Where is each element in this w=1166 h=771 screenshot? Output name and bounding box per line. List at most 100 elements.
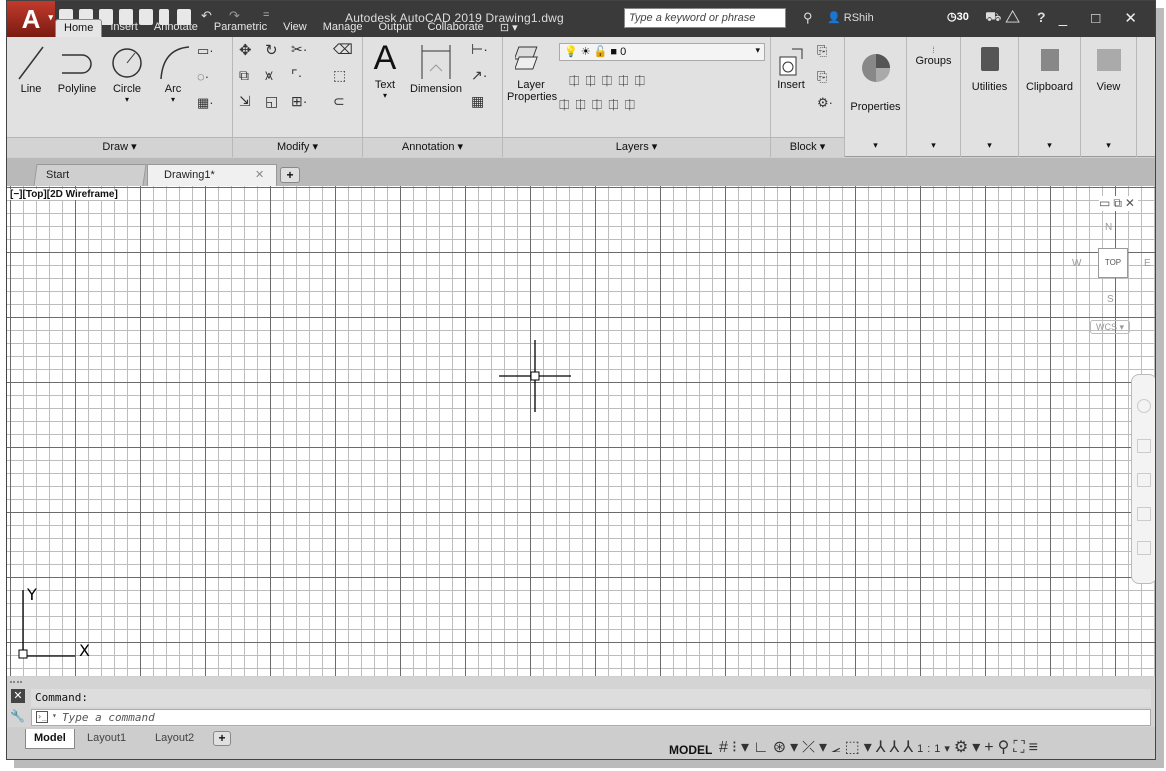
- zoom-extents-icon[interactable]: [1137, 473, 1151, 487]
- window-controls[interactable]: _ □ ✕: [1059, 9, 1147, 27]
- arc-dropdown-icon[interactable]: ▾: [153, 95, 193, 104]
- mirror-icon[interactable]: ⩙: [265, 67, 273, 84]
- new-layout-button[interactable]: +: [213, 731, 231, 746]
- annotation-scale-icon[interactable]: ⅄: [903, 739, 917, 756]
- scale-icon[interactable]: ◱: [265, 93, 278, 110]
- utilities-button[interactable]: Utilities ▾: [961, 37, 1019, 157]
- linear-dim-icon[interactable]: ⊢·: [471, 41, 488, 58]
- polyline-button[interactable]: Polyline: [51, 41, 103, 95]
- wcs-menu[interactable]: WCS ▾: [1090, 320, 1130, 334]
- trim-icon[interactable]: ✂·: [291, 41, 307, 58]
- search-input[interactable]: Type a keyword or phrase: [624, 8, 786, 28]
- tab-layout1[interactable]: Layout1: [79, 729, 134, 749]
- gradient-icon[interactable]: ▦·: [197, 95, 214, 111]
- dimension-button[interactable]: Dimension: [405, 41, 467, 95]
- orbit-icon[interactable]: [1137, 507, 1151, 521]
- clipboard-button[interactable]: Clipboard ▾: [1019, 37, 1081, 157]
- create-block-icon[interactable]: ⎘: [817, 43, 827, 59]
- close-tab-icon[interactable]: ✕: [255, 168, 264, 181]
- rotate-icon[interactable]: ↻: [265, 41, 278, 59]
- table-icon[interactable]: ▦: [471, 93, 484, 110]
- draw-panel-title[interactable]: Draw ▾: [7, 137, 232, 157]
- groups-button[interactable]: ⁞ Groups ▾: [907, 37, 961, 157]
- leader-icon[interactable]: ↗·: [471, 67, 487, 84]
- object-snap-tracking-icon[interactable]: ⦟: [831, 739, 845, 756]
- command-prompt-icon[interactable]: ›_: [36, 711, 48, 723]
- edit-block-icon[interactable]: ⎘: [817, 69, 827, 85]
- compass-west[interactable]: W: [1072, 258, 1081, 269]
- isolate-objects-icon[interactable]: ⚲: [998, 739, 1014, 756]
- drawing-canvas[interactable]: [−][Top][2D Wireframe] ▭⧉✕ N W TOP E S W…: [7, 186, 1155, 676]
- tab-model[interactable]: Model: [25, 729, 75, 749]
- copy-icon[interactable]: ⧉: [239, 67, 249, 84]
- arc-button[interactable]: Arc ▾: [153, 41, 193, 104]
- tab-start[interactable]: Start: [33, 164, 147, 186]
- snap-icon[interactable]: ⁝▾: [732, 739, 753, 756]
- tab-layout2[interactable]: Layout2: [147, 729, 202, 749]
- object-snap-icon[interactable]: ⬚▾: [845, 739, 876, 756]
- erase-icon[interactable]: ⌫: [333, 41, 353, 58]
- tab-home[interactable]: Home: [55, 19, 103, 37]
- command-window-grip[interactable]: [10, 681, 22, 687]
- workspace-gear-icon[interactable]: ⚙▾: [954, 739, 984, 756]
- hatch-icon[interactable]: ◌·: [197, 69, 209, 84]
- new-tab-button[interactable]: +: [280, 167, 300, 183]
- annotation-visibility-icon[interactable]: ⅄: [876, 739, 890, 756]
- circle-button[interactable]: Circle ▾: [107, 41, 147, 104]
- tab-view[interactable]: View: [275, 19, 315, 37]
- user-account[interactable]: 👤 RShih: [827, 11, 874, 24]
- showmotion-icon[interactable]: [1137, 541, 1151, 555]
- search-binoculars-icon[interactable]: ⚲: [803, 10, 813, 26]
- grid-icon[interactable]: #: [719, 739, 732, 756]
- tab-annotate[interactable]: Annotate: [146, 19, 206, 37]
- modify-panel-title[interactable]: Modify ▾: [233, 137, 362, 157]
- explode-icon[interactable]: ⬚: [333, 67, 346, 84]
- text-dropdown-icon[interactable]: ▾: [367, 91, 403, 100]
- ortho-icon[interactable]: ∟: [753, 739, 773, 756]
- array-icon[interactable]: ⊞·: [291, 93, 307, 110]
- customize-wrench-icon[interactable]: 🔧: [10, 709, 25, 723]
- application-menu-button[interactable]: A ▾: [7, 1, 55, 37]
- layers-panel-title[interactable]: Layers ▾: [503, 137, 770, 157]
- tab-insert[interactable]: Insert: [102, 19, 146, 37]
- annotation-monitor-icon[interactable]: +: [984, 739, 997, 756]
- subscription-clock[interactable]: ◷30: [947, 10, 969, 23]
- layer-properties-button[interactable]: Layer Properties: [507, 41, 557, 103]
- model-space-toggle[interactable]: MODEL: [669, 743, 712, 757]
- viewcube[interactable]: N W TOP E S WCS ▾: [1070, 216, 1154, 346]
- layer-tools-row1[interactable]: ⎅⎅⎅⎅⎅: [569, 73, 651, 89]
- fillet-icon[interactable]: ⌜·: [291, 67, 302, 84]
- layer-dropdown[interactable]: 💡 ☀ 🔓 ■ 0 ▾: [559, 43, 765, 61]
- text-button[interactable]: A Text ▾: [367, 37, 403, 100]
- pan-icon[interactable]: [1137, 439, 1151, 453]
- viewcube-top-face[interactable]: TOP: [1098, 248, 1128, 278]
- compass-south[interactable]: S: [1107, 294, 1114, 305]
- steering-wheel-icon[interactable]: [1137, 399, 1151, 413]
- close-command-window-icon[interactable]: ✕: [11, 689, 25, 703]
- tab-parametric[interactable]: Parametric: [206, 19, 275, 37]
- viewport-window-controls[interactable]: ▭⧉✕: [1099, 196, 1138, 211]
- command-input[interactable]: ›_ ▾ Type a command: [31, 709, 1151, 726]
- customize-menu-icon[interactable]: ≡: [1029, 739, 1042, 756]
- chevron-down-icon[interactable]: ▾: [52, 711, 57, 720]
- line-button[interactable]: Line: [13, 41, 49, 95]
- cart-icon[interactable]: ⛟ △: [985, 9, 1020, 27]
- compass-north[interactable]: N: [1105, 222, 1112, 233]
- move-icon[interactable]: ✥: [239, 41, 252, 59]
- stretch-icon[interactable]: ⇲: [239, 93, 251, 110]
- annotation-panel-title[interactable]: Annotation ▾: [363, 137, 502, 157]
- properties-button[interactable]: Properties ▾: [845, 37, 907, 157]
- navigation-bar[interactable]: [1131, 374, 1155, 584]
- insert-button[interactable]: Insert: [773, 45, 809, 91]
- block-panel-title[interactable]: Block ▾: [771, 137, 844, 157]
- view-button[interactable]: View ▾: [1081, 37, 1137, 157]
- fullscreen-icon[interactable]: ⛶: [1013, 739, 1028, 756]
- offset-icon[interactable]: ⊂: [333, 93, 345, 110]
- help-icon[interactable]: ?: [1037, 9, 1046, 25]
- isodraft-icon[interactable]: ⤫▾: [802, 739, 831, 756]
- auto-scale-icon[interactable]: ⅄: [890, 739, 904, 756]
- attribute-icon[interactable]: ⚙·: [817, 95, 833, 111]
- polar-icon[interactable]: ⊛▾: [773, 739, 802, 756]
- viewport-controls-label[interactable]: [−][Top][2D Wireframe]: [9, 189, 119, 200]
- rectangle-icon[interactable]: ▭·: [197, 43, 214, 59]
